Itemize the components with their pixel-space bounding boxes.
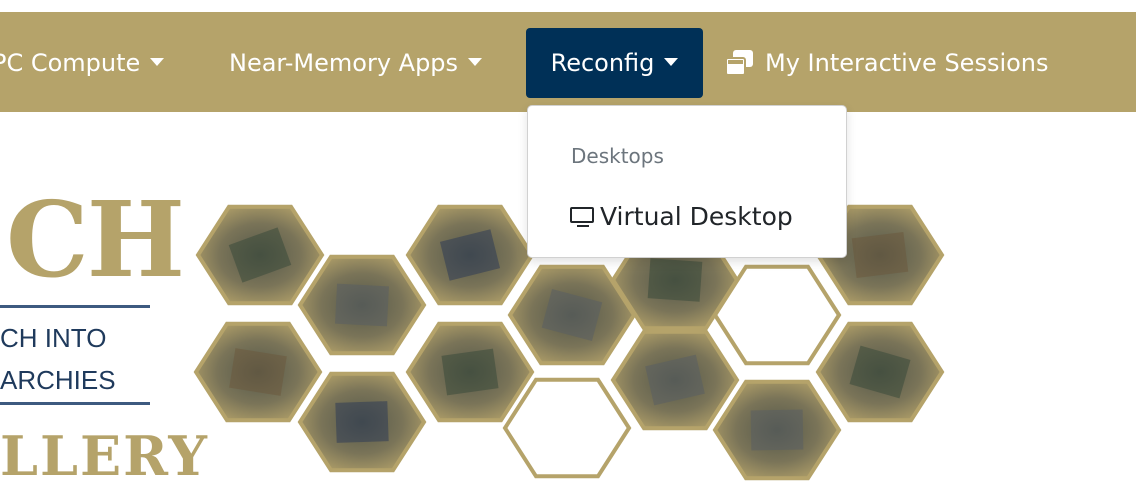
hardware-component-shape [647, 258, 703, 302]
hardware-component-shape [334, 283, 390, 327]
hardware-component-shape [229, 348, 287, 396]
hardware-component-shape [335, 401, 389, 443]
hardware-component-shape [441, 348, 499, 396]
reconfig-dropdown-menu: Desktops Virtual Desktop [527, 105, 847, 258]
hardware-component-shape [851, 231, 909, 279]
desktop-monitor-icon [570, 205, 596, 229]
empty-hexagon [502, 377, 632, 479]
dropdown-item-virtual-desktop[interactable]: Virtual Desktop [570, 202, 793, 231]
hardware-component-shape [750, 409, 804, 451]
dropdown-header-desktops: Desktops [571, 144, 664, 168]
dropdown-item-virtual-desktop-label: Virtual Desktop [600, 202, 793, 231]
